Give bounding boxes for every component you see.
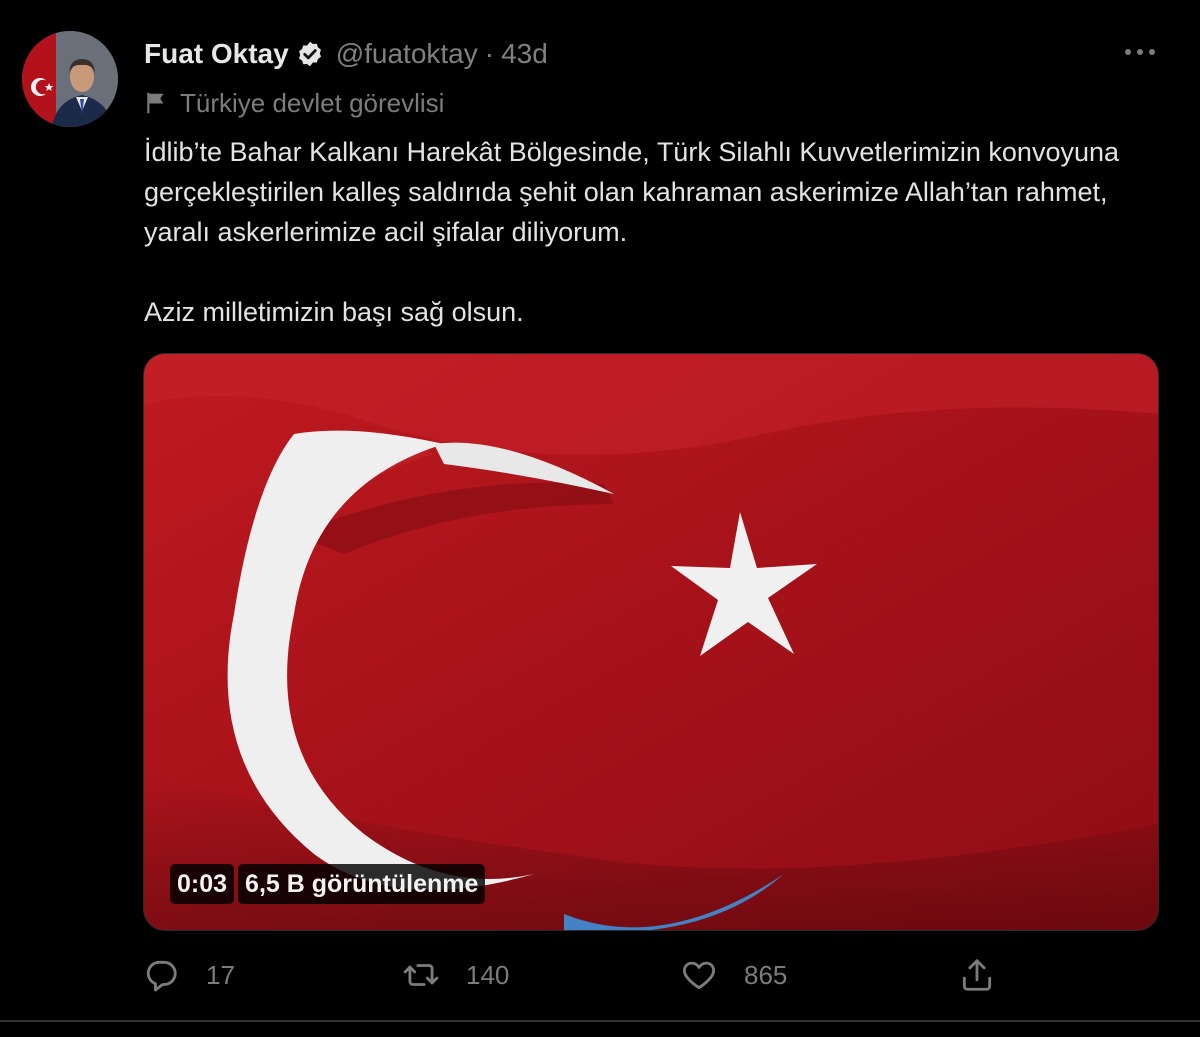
avatar-image: [22, 31, 118, 127]
tweet-timestamp[interactable]: 43d: [501, 38, 548, 70]
author-name[interactable]: Fuat Oktay: [144, 38, 289, 70]
author-handle[interactable]: @fuatoktay: [336, 38, 478, 70]
header-separator: ·: [484, 38, 495, 69]
tweet-paragraph-1: İdlib’te Bahar Kalkanı Harekât Bölgesind…: [144, 137, 1120, 247]
like-count: 865: [744, 959, 788, 990]
video-player[interactable]: [143, 353, 1159, 931]
retweet-button[interactable]: 140: [402, 952, 509, 998]
video-view-count: 6,5 B görüntülenme: [238, 864, 486, 904]
reply-count: 17: [206, 959, 235, 990]
like-button[interactable]: 865: [680, 952, 787, 998]
retweet-icon: [402, 956, 440, 994]
reply-icon: [142, 956, 180, 994]
retweet-count: 140: [466, 959, 510, 990]
tweet-actions: 17 140 865: [140, 952, 1160, 998]
tweet-paragraph-2: Aziz milletimizin başı sağ olsun.: [144, 297, 524, 327]
share-button[interactable]: [958, 952, 996, 998]
account-label-text: Türkiye devlet görevlisi: [180, 87, 445, 118]
video-info-overlay: 0:03 6,5 B görüntülenme: [170, 864, 486, 904]
account-label[interactable]: Türkiye devlet görevlisi: [144, 86, 444, 120]
verified-badge-icon: [296, 40, 324, 68]
tweet[interactable]: Fuat Oktay @fuatoktay · 43d Türkiye devl…: [0, 0, 1200, 1022]
avatar[interactable]: [22, 31, 118, 127]
share-icon: [958, 956, 996, 994]
flag-icon: [144, 90, 170, 116]
tweet-text: İdlib’te Bahar Kalkanı Harekât Bölgesind…: [144, 132, 1154, 332]
tweet-divider: [0, 1020, 1200, 1022]
more-dots-icon[interactable]: [1118, 37, 1162, 67]
turkish-flag-video-frame: [144, 354, 1158, 930]
tweet-header: Fuat Oktay @fuatoktay · 43d: [144, 36, 548, 72]
video-duration: 0:03: [170, 864, 235, 904]
reply-button[interactable]: 17: [142, 952, 235, 998]
heart-icon: [680, 956, 718, 994]
